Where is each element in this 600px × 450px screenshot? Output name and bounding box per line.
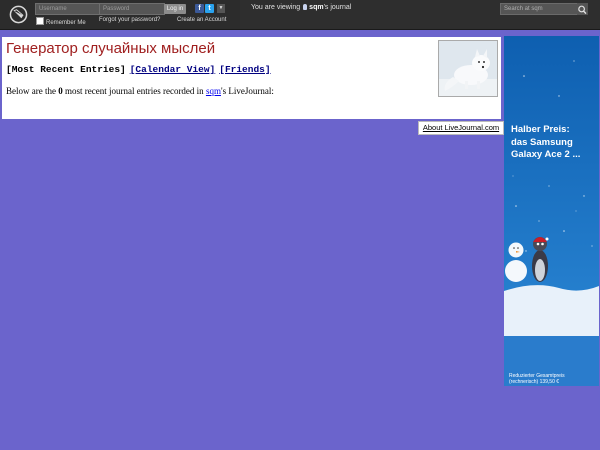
viewing-info: You are viewing sqm's journal <box>251 4 351 11</box>
advertisement[interactable]: Halber Preis: das Samsung Galaxy Ace 2 .… <box>504 36 599 386</box>
nav-recent-entries: [Most Recent Entries] <box>6 64 126 75</box>
page-title: Генератор случайных мыслей <box>6 40 216 57</box>
about-livejournal-link[interactable]: About LiveJournal.com <box>418 121 504 135</box>
ad-fine-print: Reduzierter Gesamtpreis (rechnerisch) 13… <box>509 373 597 385</box>
ad-background <box>504 36 599 386</box>
viewing-suffix: 's journal <box>323 4 352 11</box>
login-button[interactable]: Log in <box>164 4 186 14</box>
viewing-username[interactable]: sqm <box>309 4 323 11</box>
entries-description: Below are the 0 most recent journal entr… <box>6 86 274 96</box>
chevron-down-icon[interactable]: ▼ <box>217 4 225 13</box>
username-input[interactable]: Username <box>35 3 101 15</box>
ad-headline-line-2: das Samsung <box>511 136 573 148</box>
userpic-image[interactable] <box>438 40 498 97</box>
ad-fine-line-2: (rechnerisch) 139,50 € <box>509 379 560 385</box>
viewing-prefix: You are viewing <box>251 4 301 11</box>
search-input[interactable]: Search at sqm <box>500 3 584 15</box>
desc-middle: most recent journal entries recorded in <box>64 86 204 96</box>
remember-me-checkbox[interactable] <box>36 17 44 25</box>
remember-me-label: Remember Me <box>46 20 86 26</box>
user-icon[interactable] <box>303 4 308 10</box>
ad-headline-line-3: Galaxy Ace 2 ... <box>511 149 581 160</box>
search-icon <box>578 5 587 15</box>
desc-suffix: 's LiveJournal: <box>220 86 274 96</box>
livejournal-logo-icon[interactable] <box>9 5 28 24</box>
journal-user-link[interactable]: sqm <box>206 86 221 96</box>
search-button[interactable] <box>577 3 588 15</box>
nav-friends-link[interactable]: [Friends] <box>219 64 270 75</box>
create-account-link[interactable]: Create an Account <box>177 17 226 23</box>
entry-count: 0 <box>58 86 63 96</box>
facebook-icon[interactable]: f <box>195 4 204 13</box>
forgot-password-link[interactable]: Forgot your password? <box>99 17 160 23</box>
password-input[interactable]: Password <box>99 3 165 15</box>
top-bar: Username Password Log in f t ▼ Remember … <box>0 0 600 30</box>
ad-headline[interactable]: Halber Preis: das Samsung Galaxy Ace 2 .… <box>511 124 595 162</box>
remember-me[interactable]: Remember Me <box>36 17 86 26</box>
nav-calendar-link[interactable]: [Calendar View] <box>130 64 216 75</box>
ad-headline-line-1: Halber Preis: <box>511 124 570 135</box>
journal-content: Генератор случайных мыслей [Most Recent … <box>2 37 501 119</box>
twitter-icon[interactable]: t <box>205 4 214 13</box>
desc-prefix: Below are the <box>6 86 56 96</box>
journal-nav: [Most Recent Entries] [Calendar View] [Fri… <box>6 64 271 75</box>
